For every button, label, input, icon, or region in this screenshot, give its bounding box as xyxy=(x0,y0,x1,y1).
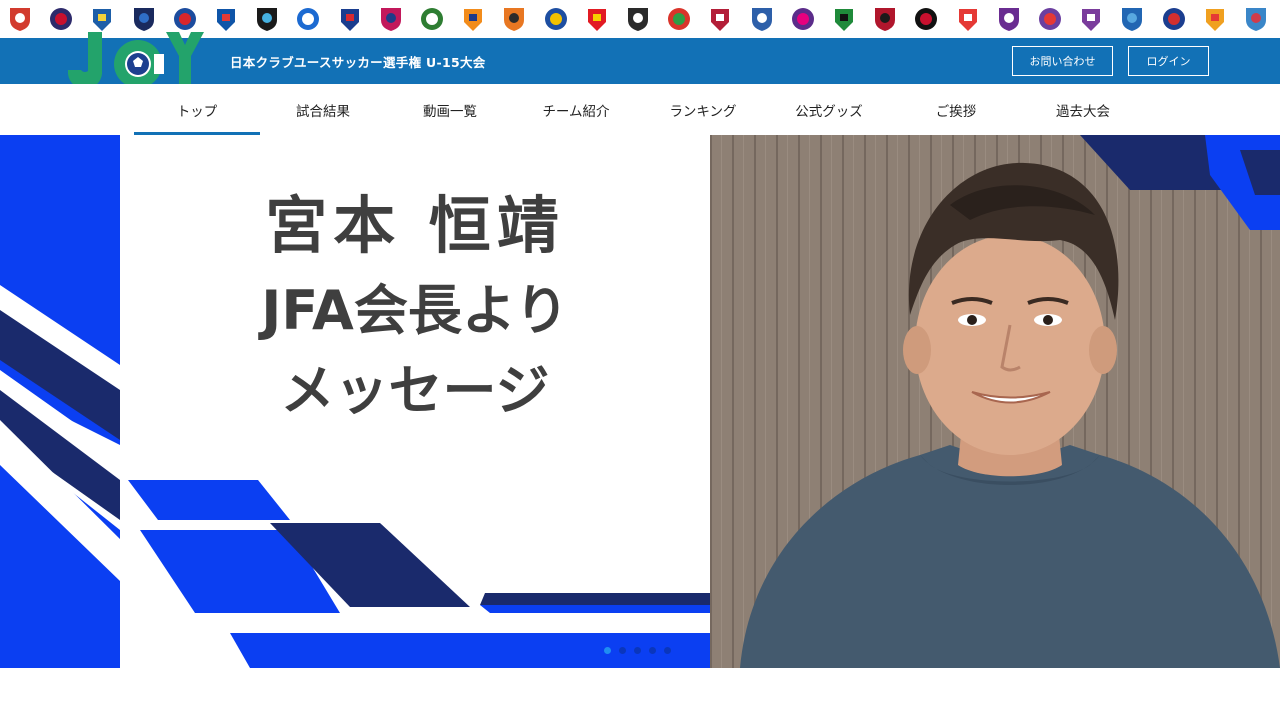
club-crest-26[interactable] xyxy=(1038,6,1062,32)
nav-item-teams[interactable]: チーム紹介 xyxy=(513,84,639,135)
nav-item-ranking[interactable]: ランキング xyxy=(640,84,766,135)
club-crest-15[interactable] xyxy=(585,6,609,32)
hero-headline-line2: JFA会長より xyxy=(261,279,569,342)
slider-dots xyxy=(604,647,671,654)
nav-item-greeting[interactable]: ご挨拶 xyxy=(893,84,1019,135)
club-crest-5[interactable] xyxy=(173,6,197,32)
club-crest-23[interactable] xyxy=(914,6,938,32)
nav-item-videos[interactable]: 動画一覧 xyxy=(387,84,513,135)
nav-item-goods[interactable]: 公式グッズ xyxy=(766,84,892,135)
club-crest-28[interactable] xyxy=(1120,6,1144,32)
club-crest-17[interactable] xyxy=(667,6,691,32)
nav-item-results[interactable]: 試合結果 xyxy=(260,84,386,135)
club-crest-9[interactable] xyxy=(338,6,362,32)
club-crest-21[interactable] xyxy=(832,6,856,32)
club-crest-14[interactable] xyxy=(544,6,568,32)
club-crest-7[interactable] xyxy=(255,6,279,32)
club-crest-11[interactable] xyxy=(420,6,444,32)
club-crest-19[interactable] xyxy=(750,6,774,32)
hero-portrait-photo xyxy=(710,135,1280,668)
club-crest-1[interactable] xyxy=(8,6,32,32)
club-crest-30[interactable] xyxy=(1203,6,1227,32)
hero-headline: 宮本 恒靖 JFA会長より メッセージ xyxy=(120,183,710,431)
club-crest-10[interactable] xyxy=(379,6,403,32)
slider-dot-3[interactable] xyxy=(634,647,641,654)
tournament-title: 日本クラブユースサッカー選手権 U-15大会 xyxy=(230,55,486,70)
nav-item-past[interactable]: 過去大会 xyxy=(1020,84,1146,135)
slider-dot-2[interactable] xyxy=(619,647,626,654)
main-nav: トップ 試合結果 動画一覧 チーム紹介 ランキング 公式グッズ ご挨拶 過去大会 xyxy=(0,84,1280,135)
club-crest-6[interactable] xyxy=(214,6,238,32)
jcy-logo[interactable] xyxy=(66,30,210,92)
club-crest-2[interactable] xyxy=(49,6,73,32)
hero-headline-name: 宮本 恒靖 xyxy=(265,189,565,262)
club-crest-20[interactable] xyxy=(791,6,815,32)
contact-button[interactable]: お問い合わせ xyxy=(1012,46,1113,76)
club-crest-4[interactable] xyxy=(132,6,156,32)
slider-dot-4[interactable] xyxy=(649,647,656,654)
club-crest-18[interactable] xyxy=(708,6,732,32)
club-crest-22[interactable] xyxy=(873,6,897,32)
club-crest-25[interactable] xyxy=(997,6,1021,32)
club-crest-12[interactable] xyxy=(461,6,485,32)
club-crest-16[interactable] xyxy=(626,6,650,32)
club-crest-24[interactable] xyxy=(956,6,980,32)
hero-slide[interactable]: 宮本 恒靖 JFA会長より メッセージ xyxy=(0,135,1280,668)
club-crest-27[interactable] xyxy=(1079,6,1103,32)
club-crest-29[interactable] xyxy=(1162,6,1186,32)
login-button[interactable]: ログイン xyxy=(1128,46,1209,76)
club-crest-8[interactable] xyxy=(296,6,320,32)
slider-dot-5[interactable] xyxy=(664,647,671,654)
club-crest-31[interactable] xyxy=(1244,6,1268,32)
club-crest-3[interactable] xyxy=(90,6,114,32)
slider-dot-1[interactable] xyxy=(604,647,611,654)
hero-headline-line3: メッセージ xyxy=(280,359,550,422)
club-crest-13[interactable] xyxy=(502,6,526,32)
nav-item-top[interactable]: トップ xyxy=(134,84,260,135)
